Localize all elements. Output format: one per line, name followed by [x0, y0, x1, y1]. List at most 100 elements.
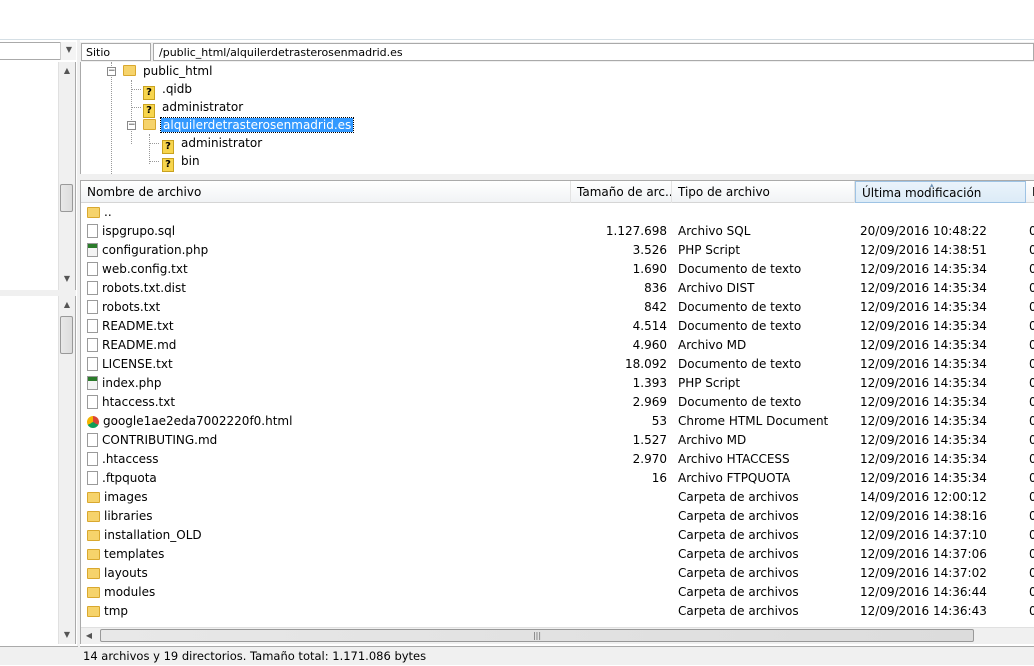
- table-row[interactable]: modules Carpeta de archivos 12/09/2016 14:…: [81, 583, 1034, 602]
- table-row[interactable]: libraries Carpeta de archivos 12/09/2016 1…: [81, 507, 1034, 526]
- table-row[interactable]: README.md 4.960 Archivo MD 12/09/2016 14:35…: [81, 336, 1034, 355]
- toolbar-separator: [0, 39, 1034, 40]
- table-row[interactable]: layouts Carpeta de archivos 12/09/2016 14:…: [81, 564, 1034, 583]
- file-permissions: 0: [1029, 509, 1034, 523]
- table-row[interactable]: README.txt 4.514 Documento de texto 12/09/2…: [81, 317, 1034, 336]
- local-tree-scrollbar[interactable]: ▲ ▼: [58, 62, 75, 290]
- table-row[interactable]: LICENSE.txt 18.092 Documento de texto 12/09…: [81, 355, 1034, 374]
- table-row[interactable]: configuration.php 3.526 PHP Script 12/09/20…: [81, 241, 1034, 260]
- column-modified[interactable]: Última modificación ▴: [855, 181, 1026, 203]
- table-row[interactable]: ispgrupo.sql 1.127.698 Archivo SQL 20/09/20…: [81, 222, 1034, 241]
- file-permissions: 0: [1029, 300, 1034, 314]
- file-size: 2.970: [632, 452, 667, 466]
- file-permissions: 0: [1029, 585, 1034, 599]
- tree-node-selected-site[interactable]: alquilerdetrasterosenmadrid.es: [143, 116, 355, 134]
- file-modified: 12/09/2016 14:38:51: [860, 243, 987, 257]
- collapse-icon[interactable]: −: [107, 67, 116, 76]
- file-icon: [87, 300, 98, 314]
- scroll-thumb[interactable]: [60, 184, 73, 212]
- file-permissions: 0: [1029, 490, 1034, 504]
- file-name-cell: images: [87, 488, 567, 507]
- folder-icon: [143, 119, 156, 130]
- file-icon: [87, 452, 98, 466]
- file-icon: [87, 357, 98, 371]
- file-name-cell: README.txt: [87, 317, 567, 336]
- file-size: [571, 583, 667, 602]
- file-name-cell: README.md: [87, 336, 567, 355]
- file-name: README.md: [102, 338, 177, 352]
- chevron-down-icon: ▼: [65, 45, 73, 54]
- file-type: Archivo MD: [678, 433, 747, 447]
- column-permissions[interactable]: P: [1026, 181, 1034, 203]
- folder-icon: [87, 207, 100, 218]
- file-type: Archivo HTACCESS: [678, 452, 790, 466]
- file-size: 1.127.698: [605, 224, 667, 238]
- scroll-down-icon[interactable]: ▼: [59, 629, 75, 641]
- file-type: Carpeta de archivos: [678, 585, 799, 599]
- table-row[interactable]: index.php 1.393 PHP Script 12/09/2016 14:35…: [81, 374, 1034, 393]
- scroll-thumb[interactable]: [60, 316, 73, 354]
- file-size: [571, 488, 667, 507]
- table-row[interactable]: tmp Carpeta de archivos 12/09/2016 14:36:4…: [81, 602, 1034, 621]
- file-name-cell: configuration.php: [87, 241, 567, 260]
- file-name-cell: robots.txt.dist: [87, 279, 567, 298]
- sort-arrow-icon: ▴: [930, 181, 934, 189]
- file-modified: 12/09/2016 14:38:16: [860, 509, 987, 523]
- table-row[interactable]: .htaccess 2.970 Archivo HTACCESS 12/09/2016…: [81, 450, 1034, 469]
- local-list-scrollbar[interactable]: ▲ ▼: [58, 296, 75, 644]
- toolbar-area: [0, 0, 1034, 40]
- file-name: libraries: [104, 509, 153, 523]
- table-row[interactable]: robots.txt.dist 836 Archivo DIST 12/09/2016…: [81, 279, 1034, 298]
- file-permissions: 0: [1029, 376, 1034, 390]
- file-type: PHP Script: [678, 376, 741, 390]
- tree-node-qidb[interactable]: ? .qidb: [143, 80, 194, 100]
- file-type: [678, 203, 858, 222]
- column-name[interactable]: Nombre de archivo: [81, 181, 571, 203]
- file-icon: [87, 262, 98, 276]
- collapse-icon[interactable]: −: [127, 121, 136, 130]
- table-row[interactable]: templates Carpeta de archivos 12/09/2016 1…: [81, 545, 1034, 564]
- file-name-cell: index.php: [87, 374, 567, 393]
- file-modified: 12/09/2016 14:36:44: [860, 585, 987, 599]
- local-file-list[interactable]: ▲ ▼: [0, 296, 76, 644]
- file-size: 16: [651, 471, 667, 485]
- tree-node-administrator[interactable]: ? administrator: [143, 98, 245, 118]
- file-name: README.txt: [102, 319, 174, 333]
- table-row[interactable]: images Carpeta de archivos 14/09/2016 12:0…: [81, 488, 1034, 507]
- table-row[interactable]: ..: [81, 203, 1034, 222]
- column-size[interactable]: Tamaño de arc...: [571, 181, 672, 203]
- scroll-up-icon[interactable]: ▲: [59, 65, 75, 77]
- table-row[interactable]: CONTRIBUTING.md 1.527 Archivo MD 12/09/2016…: [81, 431, 1034, 450]
- file-modified: 14/09/2016 12:00:12: [860, 490, 987, 504]
- remote-path-input[interactable]: /public_html/alquilerdetrasterosenmadrid…: [153, 43, 1034, 61]
- file-name: google1ae2eda7002220f0.html: [103, 414, 293, 428]
- file-name: installation_OLD: [104, 528, 202, 542]
- local-site-dropdown[interactable]: ▼: [60, 42, 76, 60]
- table-row[interactable]: robots.txt 842 Documento de texto 12/09/201…: [81, 298, 1034, 317]
- table-row[interactable]: .ftpquota 16 Archivo FTPQUOTA 12/09/2016 14…: [81, 469, 1034, 488]
- unknown-folder-icon: ?: [162, 158, 174, 172]
- table-row[interactable]: google1ae2eda7002220f0.html 53 Chrome HTML…: [81, 412, 1034, 431]
- file-name: index.php: [102, 376, 162, 390]
- table-row[interactable]: htaccess.txt 2.969 Documento de texto 12/09…: [81, 393, 1034, 412]
- table-row[interactable]: installation_OLD Carpeta de archivos 12/09…: [81, 526, 1034, 545]
- column-type[interactable]: Tipo de archivo: [672, 181, 855, 203]
- file-name-cell: templates: [87, 545, 567, 564]
- scroll-down-icon[interactable]: ▼: [59, 273, 75, 285]
- scroll-left-icon[interactable]: ◀: [83, 630, 95, 642]
- file-modified: 12/09/2016 14:35:34: [860, 281, 987, 295]
- file-name-cell: ..: [87, 203, 567, 222]
- scroll-up-icon[interactable]: ▲: [59, 299, 75, 311]
- folder-icon: [87, 549, 100, 560]
- table-row[interactable]: web.config.txt 1.690 Documento de texto 12/…: [81, 260, 1034, 279]
- horizontal-scroll-thumb[interactable]: |||: [100, 629, 974, 642]
- tree-node-public-html[interactable]: public_html: [123, 62, 214, 80]
- file-type: Archivo DIST: [678, 281, 755, 295]
- remote-tree-panel[interactable]: − public_html ? .qidb ? administrator − al…: [80, 62, 1034, 174]
- file-name-cell: web.config.txt: [87, 260, 567, 279]
- tree-node-bin[interactable]: ? bin: [162, 152, 202, 172]
- status-bar: 14 archivos y 19 directorios. Tamaño tot…: [80, 646, 1034, 665]
- file-permissions: 0: [1029, 433, 1034, 447]
- local-tree-panel[interactable]: ▲ ▼: [0, 62, 76, 290]
- tree-node-sub-administrator[interactable]: ? administrator: [162, 134, 264, 154]
